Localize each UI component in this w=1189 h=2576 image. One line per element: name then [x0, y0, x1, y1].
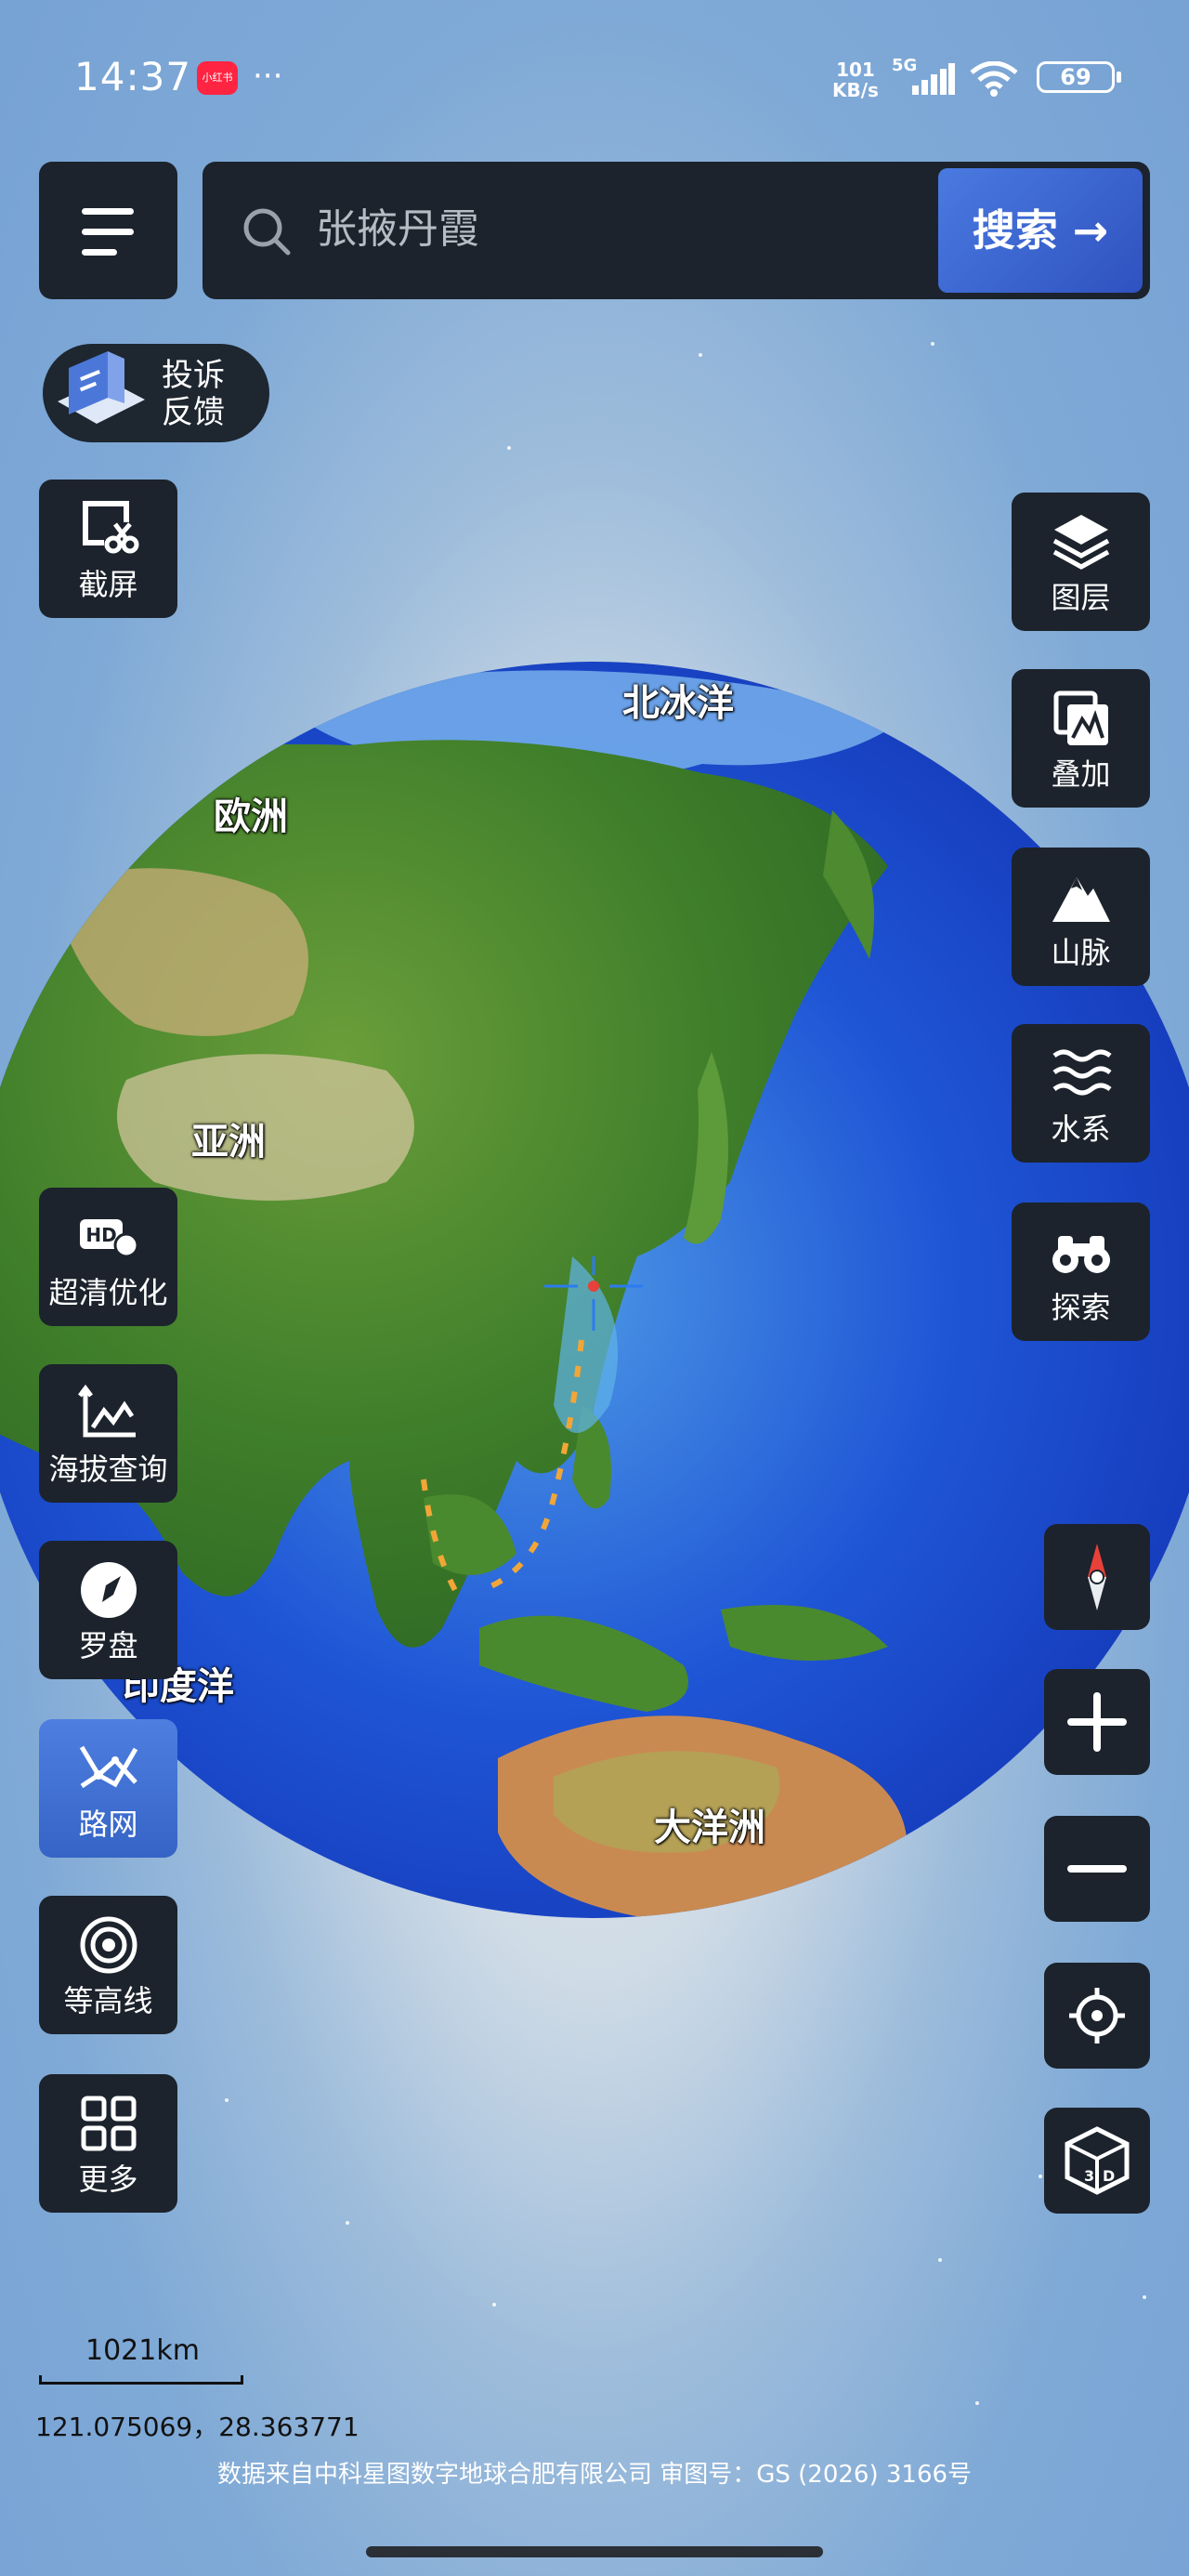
- menu-icon: [82, 208, 134, 215]
- zoom-out-icon: [1067, 1865, 1127, 1873]
- tibet-plateau: [117, 1054, 414, 1201]
- data-source-attribution: 数据来自中科星图数字地球合肥有限公司 审图号：GS (2026) 3166号: [216, 2461, 973, 2489]
- complaint-label-line1: 投诉: [162, 357, 225, 394]
- status-time: 14:37: [74, 54, 192, 99]
- hd-icon: HD: [80, 1219, 139, 1258]
- water-system-label: 水系: [1051, 1111, 1111, 1147]
- more-notifications-icon: ···: [253, 58, 283, 95]
- road-network-icon: [79, 1745, 138, 1789]
- star: [492, 2303, 496, 2307]
- star: [931, 342, 934, 346]
- menu-icon-bar: [82, 229, 134, 235]
- overlay-icon: [1053, 690, 1108, 745]
- network-speed: 101 KB/s: [832, 59, 879, 100]
- battery-icon: 69: [1037, 61, 1121, 93]
- map-scale-label: 1021km: [85, 2334, 200, 2367]
- compass-icon: [81, 1562, 137, 1618]
- explore-label: 探索: [1051, 1290, 1111, 1325]
- overlay-button[interactable]: 叠加: [1012, 669, 1150, 808]
- locate-button[interactable]: [1044, 1963, 1150, 2069]
- star: [346, 2221, 349, 2225]
- zoom-in-button[interactable]: [1044, 1669, 1150, 1775]
- 3d-icon: 3 D: [1065, 2126, 1130, 2195]
- wifi-icon: [970, 61, 1018, 97]
- hd-optimize-label: 超清优化: [48, 1275, 168, 1310]
- mountain-icon: [1052, 877, 1110, 922]
- more-label: 更多: [78, 2162, 138, 2197]
- layers-label: 图层: [1051, 580, 1111, 615]
- star: [1039, 2175, 1042, 2178]
- water-icon: [1052, 1049, 1112, 1096]
- star: [1143, 2295, 1146, 2299]
- center-coordinates: 121.075069，28.363771: [35, 2412, 359, 2442]
- svg-text:HD: HD: [85, 1224, 116, 1246]
- grid-icon: [81, 2096, 137, 2151]
- locate-icon: [1069, 1988, 1125, 2044]
- road-network-button[interactable]: 路网: [39, 1719, 177, 1858]
- altitude-icon: [78, 1384, 136, 1438]
- water-system-button[interactable]: 水系: [1012, 1024, 1150, 1163]
- contour-icon: [80, 1916, 137, 1974]
- earth-globe[interactable]: [0, 662, 1189, 1918]
- screenshot-label: 截屏: [78, 567, 138, 602]
- north-arrow-button[interactable]: [1044, 1524, 1150, 1630]
- search-icon: [243, 208, 291, 256]
- complaint-feedback-button[interactable]: 投诉 反馈: [43, 344, 269, 442]
- 3d-button[interactable]: 3 D: [1044, 2108, 1150, 2214]
- star: [507, 446, 511, 450]
- star: [938, 2258, 942, 2262]
- compass-button[interactable]: 罗盘: [39, 1541, 177, 1679]
- map-label-oceania: 大洋洲: [654, 1807, 765, 1849]
- svg-text:D: D: [1103, 2167, 1115, 2185]
- star: [699, 353, 702, 357]
- signal-icon: [912, 63, 955, 95]
- more-button[interactable]: 更多: [39, 2074, 177, 2213]
- battery-level: 69: [1060, 64, 1091, 90]
- network-speed-value: 101: [836, 59, 875, 81]
- map-label-europe: 欧洲: [214, 795, 288, 838]
- search-bar: 张掖丹霞 搜索 →: [203, 162, 1150, 299]
- road-network-label: 路网: [78, 1807, 138, 1842]
- screenshot-button[interactable]: 截屏: [39, 480, 177, 618]
- complaint-label-line2: 反馈: [162, 394, 225, 431]
- layers-icon: [1052, 515, 1110, 570]
- map-label-arctic-ocean: 北冰洋: [622, 682, 734, 725]
- menu-button[interactable]: [39, 162, 177, 299]
- mountain-button[interactable]: 山脉: [1012, 848, 1150, 986]
- altitude-query-label: 海拔查询: [48, 1452, 168, 1487]
- map-label-asia: 亚洲: [191, 1121, 266, 1163]
- xiaohongshu-badge-icon: 小红书: [197, 61, 238, 95]
- north-arrow-icon: [1088, 1544, 1106, 1610]
- overlay-label: 叠加: [1051, 756, 1111, 792]
- compass-label: 罗盘: [78, 1628, 138, 1663]
- network-speed-unit: KB/s: [832, 79, 879, 101]
- search-button[interactable]: 搜索 →: [938, 168, 1143, 293]
- map-scale-bar: [39, 2375, 243, 2385]
- home-indicator[interactable]: [366, 2546, 823, 2557]
- binoculars-icon: [1052, 1236, 1110, 1273]
- altitude-query-button[interactable]: 海拔查询: [39, 1364, 177, 1503]
- star: [225, 2098, 229, 2102]
- complaint-label: 投诉 反馈: [162, 357, 225, 431]
- screenshot-icon: [83, 501, 139, 554]
- explore-button[interactable]: 探索: [1012, 1203, 1150, 1341]
- zoom-in-icon: [1067, 1692, 1127, 1752]
- status-bar: 14:37 小红书 ··· 101 KB/s 5G 69: [0, 54, 1189, 110]
- hd-optimize-button[interactable]: HD 超清优化: [39, 1188, 177, 1326]
- layers-button[interactable]: 图层: [1012, 493, 1150, 631]
- contour-label: 等高线: [63, 1983, 153, 2018]
- menu-icon-bar: [82, 249, 117, 256]
- mountain-label: 山脉: [1051, 935, 1111, 970]
- feedback-icon: [58, 351, 145, 424]
- contour-button[interactable]: 等高线: [39, 1896, 177, 2034]
- svg-text:3: 3: [1084, 2167, 1094, 2185]
- star: [975, 2401, 979, 2405]
- zoom-out-button[interactable]: [1044, 1816, 1150, 1922]
- search-input[interactable]: 张掖丹霞: [316, 197, 479, 262]
